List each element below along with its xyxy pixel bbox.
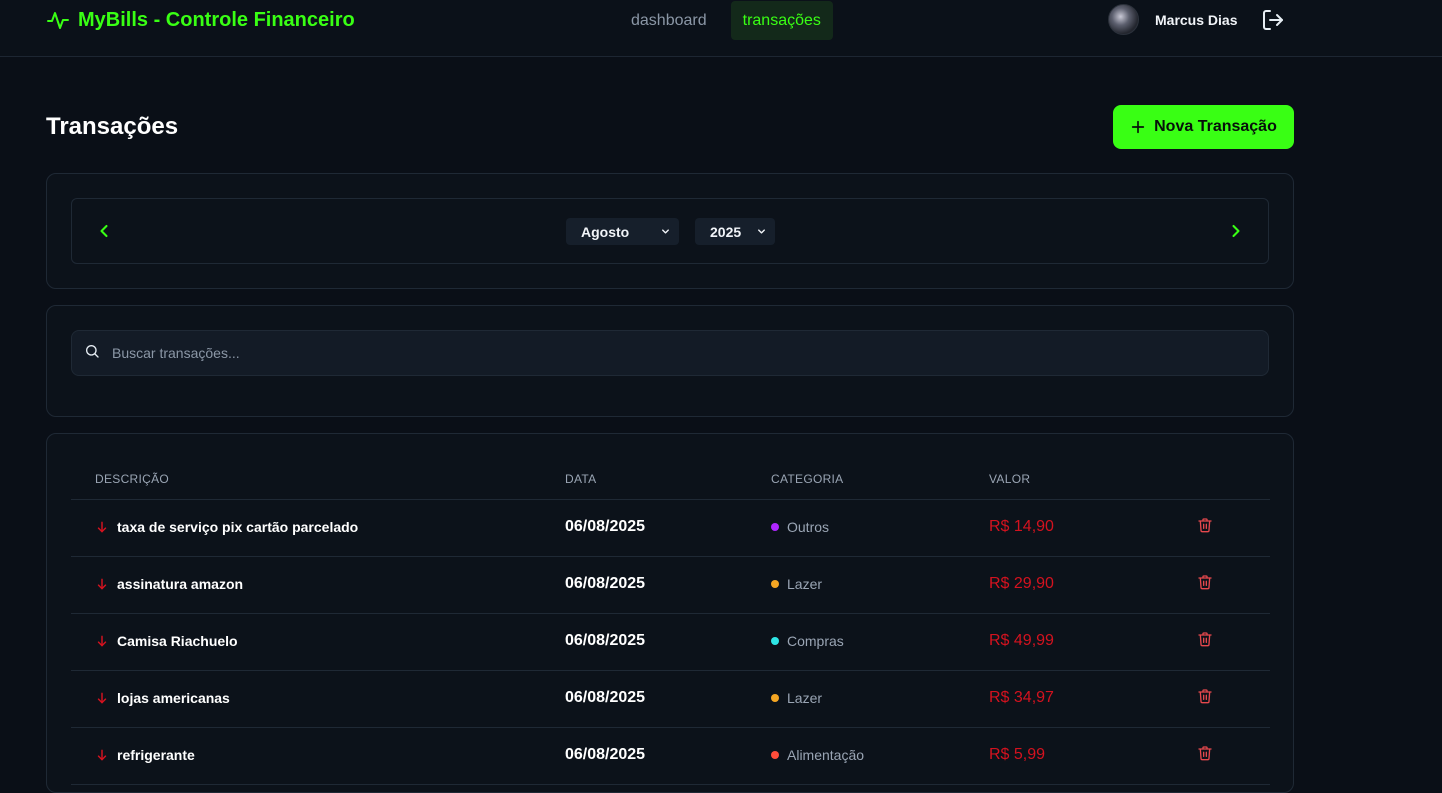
arrow-down-icon	[97, 692, 107, 704]
chevron-down-icon	[662, 229, 669, 234]
transaction-value: R$ 34,97	[989, 689, 1054, 706]
chevron-left-icon	[100, 224, 108, 238]
transaction-description: Camisa Riachuelo	[117, 633, 238, 649]
transaction-category: Alimentação	[787, 747, 865, 763]
activity-icon	[47, 12, 69, 29]
trash-icon[interactable]	[1197, 631, 1213, 647]
main-nav: dashboard transações	[619, 1, 833, 40]
transaction-value: R$ 14,90	[989, 518, 1054, 535]
arrow-down-icon	[97, 749, 107, 761]
header-description: DESCRIÇÃO	[95, 472, 170, 486]
search-box	[71, 330, 1269, 376]
month-select[interactable]: Agosto	[566, 218, 679, 245]
transaction-date: 06/08/2025	[565, 632, 646, 649]
transaction-description: assinatura amazon	[117, 576, 244, 592]
transaction-date: 06/08/2025	[565, 575, 646, 592]
app-title: MyBills - Controle Financeiro	[78, 8, 355, 31]
trash-icon[interactable]	[1197, 574, 1213, 590]
transaction-category: Compras	[787, 633, 844, 649]
transaction-category: Lazer	[787, 690, 823, 706]
category-dot	[771, 694, 779, 702]
search-input[interactable]	[112, 331, 1252, 375]
year-value: 2025	[710, 223, 742, 240]
transactions-table: DESCRIÇÃO DATA CATEGORIA VALOR taxa de s…	[71, 454, 1270, 785]
transaction-date: 06/08/2025	[565, 518, 646, 535]
top-bar: MyBills - Controle Financeiro dashboard …	[0, 0, 1442, 57]
arrow-down-icon	[97, 578, 107, 590]
transaction-value: R$ 29,90	[989, 575, 1054, 592]
nav-transacoes[interactable]: transações	[730, 1, 833, 40]
transaction-category: Lazer	[787, 576, 823, 592]
transaction-date: 06/08/2025	[565, 689, 646, 706]
new-transaction-button[interactable]: Nova Transação	[1113, 105, 1294, 149]
user-name: Marcus Dias	[1155, 11, 1238, 28]
category-dot	[771, 580, 779, 588]
transaction-description: taxa de serviço pix cartão parcelado	[117, 519, 359, 535]
plus-icon	[1131, 120, 1145, 134]
header-value: VALOR	[989, 472, 1031, 486]
logout-icon[interactable]	[1261, 8, 1285, 32]
header-date: DATA	[565, 472, 597, 486]
period-selector: Agosto 2025	[71, 198, 1269, 264]
transaction-description: refrigerante	[117, 747, 195, 763]
chevron-down-icon	[758, 229, 765, 234]
header-category: CATEGORIA	[771, 472, 844, 486]
arrow-down-icon	[97, 635, 107, 647]
category-dot	[771, 751, 779, 759]
user-menu: Marcus Dias	[1108, 4, 1285, 35]
transaction-description: lojas americanas	[117, 690, 230, 706]
arrow-down-icon	[97, 521, 107, 533]
month-value: Agosto	[581, 223, 630, 240]
category-dot	[771, 637, 779, 645]
year-select[interactable]: 2025	[695, 218, 775, 245]
table-row[interactable]: lojas americanas 06/08/2025 Lazer R$ 34,…	[71, 671, 1270, 728]
table-row[interactable]: taxa de serviço pix cartão parcelado 06/…	[71, 500, 1270, 557]
trash-icon[interactable]	[1197, 745, 1213, 761]
table-row[interactable]: assinatura amazon 06/08/2025 Lazer R$ 29…	[71, 557, 1270, 614]
period-card: Agosto 2025	[46, 173, 1294, 289]
new-transaction-label: Nova Transação	[1154, 118, 1277, 135]
transaction-value: R$ 49,99	[989, 632, 1054, 649]
transaction-category: Outros	[787, 519, 830, 535]
table-row[interactable]: refrigerante 06/08/2025 Alimentação R$ 5…	[71, 728, 1270, 785]
table-row[interactable]: Camisa Riachuelo 06/08/2025 Compras R$ 4…	[71, 614, 1270, 671]
page-title: Transações	[46, 113, 179, 140]
nav-dashboard[interactable]: dashboard	[619, 1, 719, 40]
previous-month-button[interactable]	[92, 219, 116, 243]
trash-icon[interactable]	[1197, 517, 1213, 533]
transaction-date: 06/08/2025	[565, 746, 646, 763]
next-month-button[interactable]	[1224, 219, 1248, 243]
search-card	[46, 305, 1294, 417]
avatar[interactable]	[1108, 4, 1139, 35]
table-header: DESCRIÇÃO DATA CATEGORIA VALOR	[71, 454, 1270, 500]
transaction-value: R$ 5,99	[989, 746, 1046, 763]
category-dot	[771, 523, 779, 531]
transactions-card: DESCRIÇÃO DATA CATEGORIA VALOR taxa de s…	[46, 433, 1294, 793]
chevron-right-icon	[1232, 224, 1240, 238]
search-icon	[86, 345, 99, 358]
trash-icon[interactable]	[1197, 688, 1213, 704]
brand[interactable]: MyBills - Controle Financeiro	[46, 8, 355, 32]
